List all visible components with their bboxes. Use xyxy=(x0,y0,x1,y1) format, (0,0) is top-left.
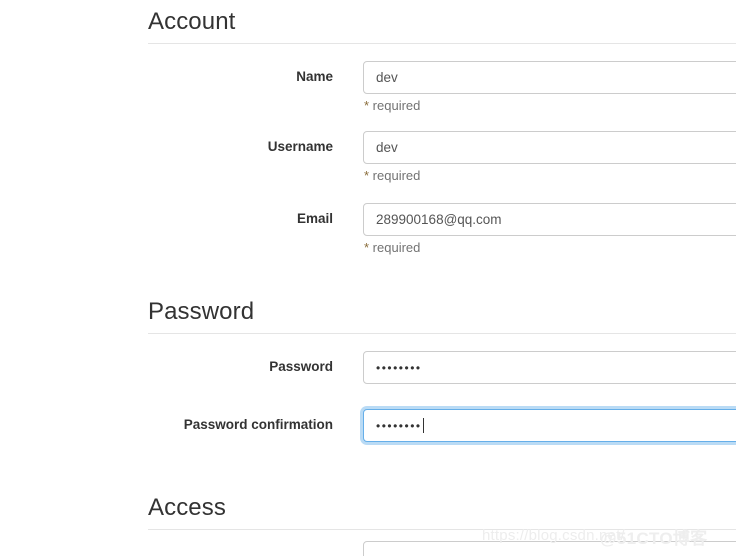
section-access: Access xyxy=(148,496,736,530)
label-password: Password xyxy=(269,359,333,374)
section-title-access: Access xyxy=(148,494,226,521)
access-input[interactable] xyxy=(363,541,736,556)
section-password: Password xyxy=(148,300,736,334)
label-email: Email xyxy=(296,211,333,226)
password-confirmation-input[interactable]: •••••••• xyxy=(363,409,736,442)
label-password-confirmation: Password confirmation xyxy=(183,417,333,432)
form-row-password-confirmation: Password confirmation •••••••• xyxy=(148,409,736,443)
section-title-account: Account xyxy=(148,8,236,35)
help-name: * required xyxy=(364,98,420,114)
label-name: Name xyxy=(296,69,333,84)
section-title-password: Password xyxy=(148,298,255,325)
required-label-username: required xyxy=(369,168,421,183)
required-label-name: required xyxy=(369,98,421,113)
help-username: * required xyxy=(364,168,420,184)
form-row-username: Username xyxy=(148,131,736,165)
password-input[interactable]: •••••••• xyxy=(363,351,736,384)
username-input[interactable] xyxy=(363,131,736,164)
form-row-name: Name xyxy=(148,61,736,95)
required-label-email: required xyxy=(369,240,421,255)
password-masked-value: •••••••• xyxy=(376,361,422,375)
password-confirmation-masked-value: •••••••• xyxy=(376,419,422,433)
form-row-access-partial xyxy=(148,541,736,556)
section-divider-access xyxy=(148,529,736,530)
section-divider-password xyxy=(148,333,736,334)
label-username: Username xyxy=(267,139,333,154)
help-email: * required xyxy=(364,240,420,256)
text-caret xyxy=(422,418,424,433)
email-input[interactable] xyxy=(363,203,736,236)
section-account: Account xyxy=(148,10,736,44)
form-row-email: Email xyxy=(148,203,736,237)
form-page: Account Name * required Username * requi… xyxy=(0,0,736,556)
name-input[interactable] xyxy=(363,61,736,94)
section-divider-account xyxy=(148,43,736,44)
form-row-password: Password •••••••• xyxy=(148,351,736,385)
